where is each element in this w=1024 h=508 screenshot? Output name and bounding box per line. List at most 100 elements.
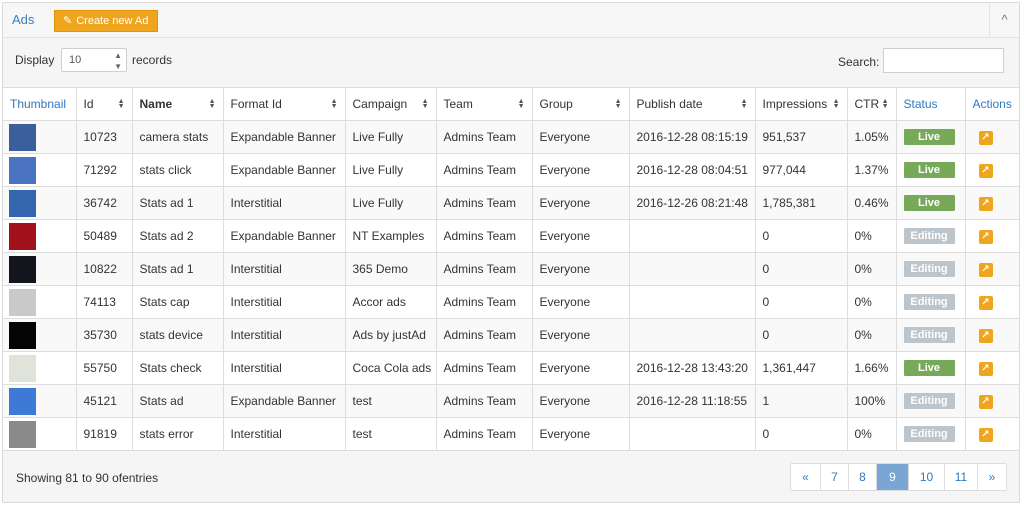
status-badge: Editing: [903, 393, 955, 409]
chevron-up-icon[interactable]: ^: [989, 3, 1019, 37]
ad-thumbnail[interactable]: [9, 222, 36, 250]
column-header-name[interactable]: Name ▲ ▼: [131, 87, 224, 121]
cell-campaign: test: [344, 384, 437, 418]
table-row[interactable]: 10822 Stats ad 1 Interstitial 365 Demo Admin…: [3, 252, 1019, 286]
column-label: Publish date: [636, 97, 703, 111]
external-link-icon[interactable]: ↗: [978, 428, 993, 442]
column-header-campaign[interactable]: Campaign ▲ ▼: [344, 87, 437, 121]
status-badge: Live: [903, 195, 955, 211]
panel-header: Ads ✎ Create new Ad ^: [3, 3, 1019, 38]
column-header-group[interactable]: Group ▲ ▼: [531, 87, 630, 121]
sort-icon: ▲ ▼: [117, 98, 125, 110]
records-per-page-select[interactable]: 10 ▲ ▼: [61, 48, 127, 72]
table-row[interactable]: 91819 stats error Interstitial test Admins T…: [3, 417, 1019, 451]
external-link-icon[interactable]: ↗: [978, 197, 993, 211]
external-link-icon[interactable]: ↗: [978, 164, 993, 178]
ad-thumbnail[interactable]: [9, 288, 36, 316]
ad-thumbnail[interactable]: [9, 321, 36, 349]
cell-impressions: 0: [754, 285, 848, 319]
cell-group: Everyone: [531, 417, 630, 451]
column-label: Actions: [972, 97, 1012, 111]
cell-format-id: Interstitial: [222, 285, 346, 319]
cell-campaign: 365 Demo: [344, 252, 437, 286]
cell-actions: ↗: [964, 219, 1019, 253]
cell-impressions: 0: [754, 219, 848, 253]
cell-id: 55750: [75, 351, 133, 385]
cell-thumbnail: [3, 417, 77, 451]
ads-panel: Ads ✎ Create new Ad ^ Display 10 ▲ ▼ recor…: [2, 2, 1020, 503]
page-button-10[interactable]: 10: [908, 464, 944, 490]
cell-id: 74113: [75, 285, 133, 319]
column-label: CTR: [854, 97, 880, 111]
cell-impressions: 1,361,447: [754, 351, 848, 385]
page-button-9[interactable]: 9: [876, 464, 908, 490]
cell-team: Admins Team: [435, 351, 533, 385]
cell-group: Everyone: [531, 285, 630, 319]
external-link-icon[interactable]: ↗: [978, 263, 993, 277]
cell-name: stats error: [131, 417, 224, 451]
column-header-status[interactable]: Status: [895, 87, 966, 121]
search-input[interactable]: [883, 48, 1004, 73]
column-header-publish-date[interactable]: Publish date ▲ ▼: [628, 87, 756, 121]
previous-page-button[interactable]: «: [791, 464, 820, 490]
table-row[interactable]: 45121 Stats ad Expandable Banner test Admins…: [3, 384, 1019, 418]
column-header-team[interactable]: Team ▲ ▼: [435, 87, 533, 121]
cell-campaign: Live Fully: [344, 153, 437, 187]
cell-name: Stats ad: [131, 384, 224, 418]
ad-thumbnail[interactable]: [9, 123, 36, 151]
ad-thumbnail[interactable]: [9, 156, 36, 184]
column-header-id[interactable]: Id ▲ ▼: [75, 87, 133, 121]
ad-thumbnail[interactable]: [9, 255, 36, 283]
cell-format-id: Expandable Banner: [222, 384, 346, 418]
next-page-button[interactable]: »: [977, 464, 1006, 490]
cell-thumbnail: [3, 186, 77, 220]
cell-publish-date: [628, 219, 756, 253]
cell-status: Editing: [895, 252, 966, 286]
cell-actions: ↗: [964, 120, 1019, 154]
column-label: Format Id: [230, 97, 282, 111]
column-header-impressions[interactable]: Impressions ▲ ▼: [754, 87, 848, 121]
ads-table: Thumbnail Id ▲ ▼ Name ▲ ▼ Format Id ▲ ▼ Campai…: [3, 87, 1019, 451]
table-row[interactable]: 36742 Stats ad 1 Interstitial Live Fully Adm…: [3, 186, 1019, 220]
cell-ctr: 0%: [846, 219, 897, 253]
external-link-icon[interactable]: ↗: [978, 131, 993, 145]
page-button-8[interactable]: 8: [848, 464, 876, 490]
cell-ctr: 0%: [846, 318, 897, 352]
external-link-icon[interactable]: ↗: [978, 395, 993, 409]
table-row[interactable]: 71292 stats click Expandable Banner Live Fu…: [3, 153, 1019, 187]
search-label: Search:: [838, 55, 880, 69]
cell-format-id: Expandable Banner: [222, 153, 346, 187]
status-badge: Live: [903, 129, 955, 145]
table-row[interactable]: 10723 camera stats Expandable Banner Live F…: [3, 120, 1019, 154]
external-link-icon[interactable]: ↗: [978, 362, 993, 376]
cell-team: Admins Team: [435, 219, 533, 253]
cell-impressions: 1: [754, 384, 848, 418]
table-row[interactable]: 35730 stats device Interstitial Ads by just…: [3, 318, 1019, 352]
table-row[interactable]: 50489 Stats ad 2 Expandable Banner NT Examp…: [3, 219, 1019, 253]
ad-thumbnail[interactable]: [9, 387, 36, 415]
table-row[interactable]: 74113 Stats cap Interstitial Accor ads Admin…: [3, 285, 1019, 319]
cell-ctr: 1.37%: [846, 153, 897, 187]
ad-thumbnail[interactable]: [9, 420, 36, 448]
page-button-11[interactable]: 11: [944, 464, 977, 490]
external-link-icon[interactable]: ↗: [978, 329, 993, 343]
create-ad-button[interactable]: ✎ Create new Ad: [54, 10, 159, 32]
sort-icon: ▲ ▼: [740, 98, 748, 110]
cell-ctr: 0%: [846, 417, 897, 451]
table-row[interactable]: 55750 Stats check Interstitial Coca Cola ad…: [3, 351, 1019, 385]
cell-campaign: Ads by justAd: [344, 318, 437, 352]
cell-publish-date: 2016-12-26 08:21:48: [628, 186, 756, 220]
column-header-format-id[interactable]: Format Id ▲ ▼: [222, 87, 346, 121]
external-link-icon[interactable]: ↗: [978, 230, 993, 244]
page-button-7[interactable]: 7: [820, 464, 848, 490]
column-header-ctr[interactable]: CTR ▲ ▼: [846, 87, 897, 121]
cell-thumbnail: [3, 384, 77, 418]
cell-status: Editing: [895, 285, 966, 319]
external-link-icon[interactable]: ↗: [978, 296, 993, 310]
ad-thumbnail[interactable]: [9, 189, 36, 217]
ad-thumbnail[interactable]: [9, 354, 36, 382]
column-header-thumbnail[interactable]: Thumbnail: [3, 87, 77, 121]
cell-thumbnail: [3, 120, 77, 154]
sort-icon: ▲ ▼: [517, 98, 525, 110]
cell-format-id: Expandable Banner: [222, 219, 346, 253]
